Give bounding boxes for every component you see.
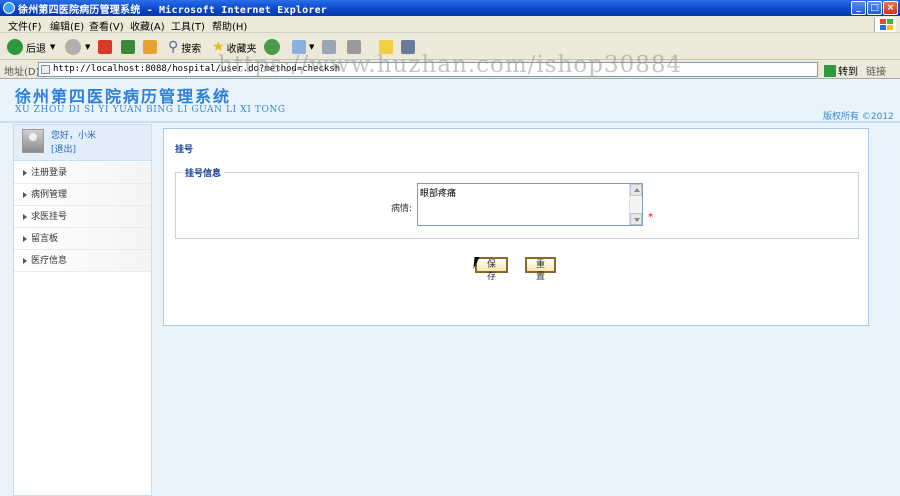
search-icon: ⚲ [168, 39, 179, 55]
search-button[interactable]: ⚲ 搜索 [168, 37, 201, 57]
system-subtitle: XU ZHOU DI SI YI YUAN BING LI GUAN LI XI… [15, 105, 286, 115]
scroll-down-icon[interactable] [630, 213, 642, 225]
home-button[interactable] [143, 37, 157, 57]
chevron-down-icon: ▼ [85, 43, 91, 51]
browser-toolbar: 后退 ▼ ▼ ⚲ 搜索 ★ 收藏夹 ▼ [0, 33, 900, 60]
nav-item-registration[interactable]: 求医挂号 [14, 206, 151, 228]
nav-item-message-board[interactable]: 留言板 [14, 228, 151, 250]
messenger-button[interactable] [401, 37, 415, 57]
logout-link[interactable]: [退出] [51, 142, 76, 155]
menu-view[interactable]: 查看(V) [89, 18, 124, 33]
textarea-scrollbar[interactable] [629, 184, 642, 225]
nav-item-label: 医疗信息 [31, 256, 68, 266]
avatar [22, 129, 44, 153]
address-bar: 地址(D) http://localhost:8088/hospital/use… [0, 60, 900, 79]
system-title: 徐州第四医院病历管理系统 [15, 87, 232, 106]
registration-fieldset: 挂号信息 病情: 眼部疼痛 * [175, 166, 859, 239]
form-actions: 保存 重置 [164, 257, 870, 282]
nav-list: 注册登录 病例管理 求医挂号 留言板 医疗信息 [14, 162, 151, 272]
chevron-down-icon: ▼ [309, 43, 315, 51]
close-button[interactable]: × [883, 1, 898, 15]
arrow-right-icon [23, 192, 27, 198]
search-label: 搜索 [181, 43, 202, 55]
discuss-button[interactable] [379, 37, 393, 57]
menu-help[interactable]: 帮助(H) [212, 18, 247, 33]
stop-button[interactable] [98, 37, 112, 57]
user-box: 您好，小米 [退出] [14, 125, 151, 161]
print-button[interactable] [322, 37, 336, 57]
go-arrow-icon [824, 64, 836, 77]
links-button[interactable]: 链接 [866, 63, 886, 78]
panel-title: 挂号 [175, 145, 194, 155]
history-button[interactable] [264, 37, 280, 57]
home-icon [143, 40, 157, 54]
sidebar: 您好，小米 [退出] 注册登录 病例管理 求医挂号 留言板 医疗信息 [13, 124, 152, 496]
minimize-button[interactable]: _ [851, 1, 866, 15]
menu-bar: 文件(F) 编辑(E) 查看(V) 收藏(A) 工具(T) 帮助(H) [0, 16, 900, 33]
go-button[interactable]: 转到 [824, 63, 858, 78]
arrow-right-icon [23, 236, 27, 242]
back-button[interactable]: 后退 ▼ [7, 37, 55, 57]
back-label: 后退 [26, 43, 46, 55]
ie-icon [3, 2, 15, 14]
mail-icon [292, 40, 306, 54]
nav-item-label: 留言板 [31, 234, 59, 244]
nav-item-label: 注册登录 [31, 168, 68, 178]
maximize-button[interactable]: □ [867, 1, 882, 15]
nav-item-case-management[interactable]: 病例管理 [14, 184, 151, 206]
condition-textarea-frame: 眼部疼痛 [417, 183, 643, 226]
window-title-bar: 徐州第四医院病历管理系统 - Microsoft Internet Explor… [0, 0, 900, 16]
nav-item-medical-info[interactable]: 医疗信息 [14, 250, 151, 272]
favorites-label: 收藏夹 [226, 43, 257, 55]
address-label: 地址(D) [4, 67, 40, 78]
condition-textarea[interactable]: 眼部疼痛 [418, 184, 628, 225]
edit-button[interactable] [347, 37, 361, 57]
menu-tools[interactable]: 工具(T) [171, 18, 205, 33]
back-arrow-icon [7, 39, 23, 55]
reset-button[interactable]: 重置 [525, 257, 556, 282]
favorites-button[interactable]: ★ 收藏夹 [212, 37, 257, 57]
printer-icon [322, 40, 336, 54]
stop-icon [98, 40, 112, 54]
note-icon [379, 40, 393, 54]
user-greeting: 您好，小米 [51, 131, 97, 141]
nav-item-label: 病例管理 [31, 190, 68, 200]
scroll-up-icon[interactable] [630, 184, 642, 196]
history-icon [264, 39, 280, 55]
nav-item-label: 求医挂号 [31, 212, 68, 222]
header-divider [0, 121, 900, 123]
chevron-down-icon: ▼ [50, 43, 56, 51]
condition-label: 病情: [391, 204, 413, 214]
star-icon: ★ [212, 39, 225, 55]
page-icon [41, 65, 50, 74]
menu-favorites[interactable]: 收藏(A) [130, 18, 165, 33]
registration-panel: 挂号 挂号信息 病情: 眼部疼痛 * 保存 重置 [163, 128, 869, 326]
go-label: 转到 [838, 67, 858, 78]
arrow-right-icon [23, 214, 27, 220]
fieldset-legend: 挂号信息 [182, 166, 225, 179]
page-content: 徐州第四医院病历管理系统 XU ZHOU DI SI YI YUAN BING … [0, 79, 900, 496]
messenger-icon [401, 40, 415, 54]
menu-edit[interactable]: 编辑(E) [50, 18, 84, 33]
arrow-right-icon [23, 258, 27, 264]
nav-item-register-login[interactable]: 注册登录 [14, 162, 151, 184]
save-button[interactable]: 保存 [475, 257, 508, 282]
required-mark: * [648, 212, 653, 223]
window-title: 徐州第四医院病历管理系统 - Microsoft Internet Explor… [18, 5, 328, 16]
address-url: http://localhost:8088/hospital/user.do?m… [53, 64, 341, 74]
forward-arrow-icon [65, 39, 81, 55]
menu-file[interactable]: 文件(F) [8, 18, 42, 33]
mail-button[interactable]: ▼ [292, 37, 314, 57]
edit-icon [347, 40, 361, 54]
refresh-icon [121, 40, 135, 54]
windows-logo-icon [874, 17, 896, 32]
address-input[interactable]: http://localhost:8088/hospital/user.do?m… [38, 62, 818, 77]
forward-button[interactable]: ▼ [65, 37, 90, 57]
arrow-right-icon [23, 170, 27, 176]
refresh-button[interactable] [121, 37, 135, 57]
